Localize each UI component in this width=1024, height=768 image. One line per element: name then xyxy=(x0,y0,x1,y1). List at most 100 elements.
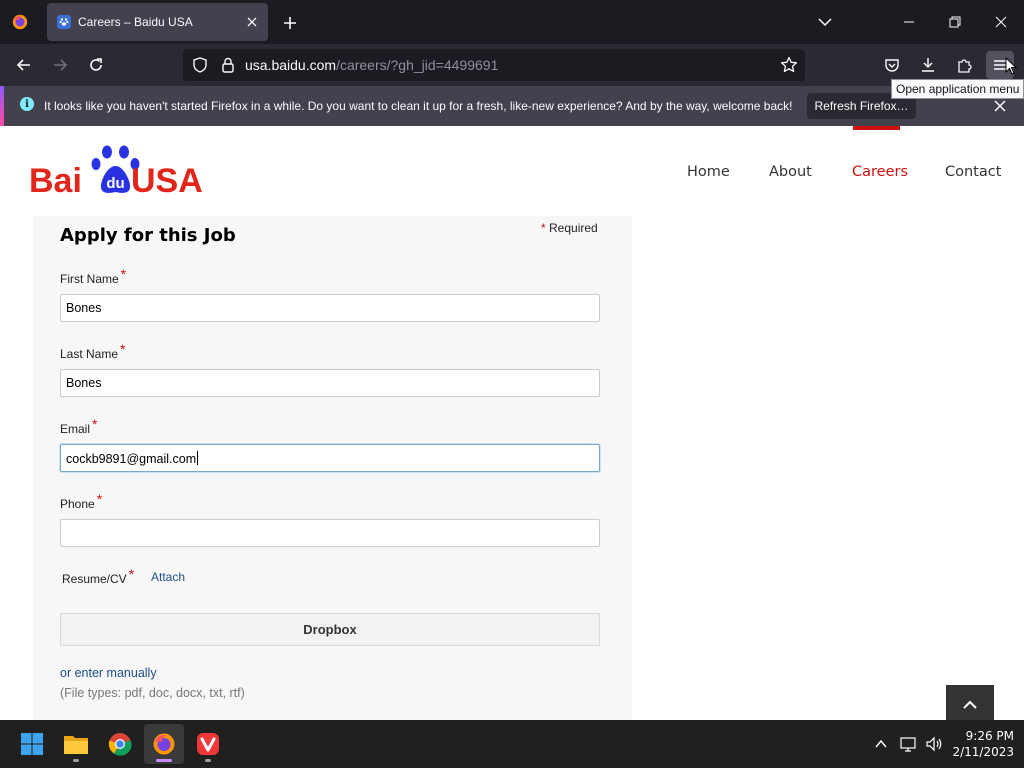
email-field[interactable]: cockb9891@gmail.com xyxy=(60,444,600,472)
page-content: Bai du USA Home About Careers Contact Ap… xyxy=(0,126,1024,720)
running-indicator xyxy=(73,759,79,762)
tracking-protection-shield-icon[interactable] xyxy=(191,56,209,74)
application-form: Apply for this Job * Required First Name… xyxy=(33,216,632,720)
reload-icon xyxy=(90,58,102,71)
downloads-button[interactable] xyxy=(914,51,942,79)
notification-message: It looks like you haven't started Firefo… xyxy=(44,99,793,113)
attach-resume-link[interactable]: Attach xyxy=(151,570,185,584)
running-indicator xyxy=(156,759,172,762)
chevron-up-icon xyxy=(963,700,977,709)
chrome-icon xyxy=(108,733,132,756)
nav-link-about[interactable]: About xyxy=(769,164,812,180)
dropbox-button[interactable]: Dropbox xyxy=(60,613,600,646)
logo-text-du: du xyxy=(106,175,124,192)
email-label: Email * xyxy=(60,416,97,436)
close-window-button[interactable] xyxy=(978,0,1024,44)
close-icon xyxy=(994,100,1006,112)
firefox-notification-bar: i It looks like you haven't started Fire… xyxy=(0,86,1024,126)
url-bar[interactable]: usa.baidu.com/careers/?gh_jid=4499691 xyxy=(183,49,805,81)
firefox-view-button[interactable] xyxy=(8,10,32,34)
first-name-label: First Name * xyxy=(60,266,126,286)
scroll-to-top-button[interactable] xyxy=(946,685,994,720)
arrow-right-icon xyxy=(54,59,68,71)
last-name-label: Last Name * xyxy=(60,341,125,361)
logo-text-bai: Bai xyxy=(29,162,82,198)
minimize-button[interactable] xyxy=(886,0,932,44)
firefox-icon xyxy=(153,733,175,755)
network-icon[interactable] xyxy=(899,734,919,754)
required-star: * xyxy=(128,566,135,582)
download-icon xyxy=(922,58,934,72)
menu-tooltip: Open application menu xyxy=(891,79,1024,99)
extensions-button[interactable] xyxy=(950,51,978,79)
forward-button[interactable] xyxy=(46,51,74,79)
taskbar-chrome[interactable] xyxy=(100,724,140,764)
taskbar-vivaldi[interactable] xyxy=(188,724,228,764)
bookmark-star-icon[interactable] xyxy=(779,55,799,75)
email-label-text: Email xyxy=(60,422,91,436)
volume-icon[interactable] xyxy=(924,734,944,754)
close-icon xyxy=(995,16,1007,28)
notification-accent xyxy=(0,86,4,126)
vivaldi-icon xyxy=(197,733,219,755)
lock-icon[interactable] xyxy=(219,56,237,74)
resume-label-text: Resume/CV xyxy=(62,572,127,586)
logo-text-usa: USA xyxy=(131,162,203,198)
url-host: usa.baidu.com xyxy=(245,57,337,73)
clock-time: 9:26 PM xyxy=(965,729,1014,743)
form-title: Apply for this Job xyxy=(60,225,236,246)
clock-date: 2/11/2023 xyxy=(952,745,1014,759)
puzzle-icon xyxy=(958,59,972,73)
plus-icon xyxy=(284,17,296,29)
browser-tab-strip: Careers – Baidu USA xyxy=(0,0,1024,44)
chevron-down-icon xyxy=(818,18,832,27)
last-name-field[interactable]: Bones xyxy=(60,369,600,397)
file-types-note: (File types: pdf, doc, docx, txt, rtf) xyxy=(60,686,245,700)
required-note: * Required xyxy=(541,221,598,235)
phone-field[interactable] xyxy=(60,519,600,547)
taskbar-file-explorer[interactable] xyxy=(56,724,96,764)
required-star: * xyxy=(120,266,127,282)
restore-button[interactable] xyxy=(932,0,978,44)
close-notification-button[interactable] xyxy=(990,96,1010,116)
nav-link-home[interactable]: Home xyxy=(687,164,730,180)
first-name-field[interactable]: Bones xyxy=(60,294,600,322)
list-all-tabs-button[interactable] xyxy=(815,12,835,32)
arrow-left-icon xyxy=(16,59,30,71)
first-name-label-text: First Name xyxy=(60,272,119,286)
phone-label: Phone * xyxy=(60,491,102,511)
start-button[interactable] xyxy=(12,724,52,764)
new-tab-button[interactable] xyxy=(280,13,300,33)
nav-link-contact[interactable]: Contact xyxy=(945,164,1001,180)
navigation-toolbar: usa.baidu.com/careers/?gh_jid=4499691 xyxy=(0,44,1024,86)
required-star: * xyxy=(96,491,103,507)
reload-button[interactable] xyxy=(82,51,110,79)
email-value: cockb9891@gmail.com xyxy=(66,452,197,466)
active-tab[interactable]: Careers – Baidu USA xyxy=(47,3,268,41)
enter-manually-link[interactable]: or enter manually xyxy=(60,666,157,680)
taskbar-firefox[interactable] xyxy=(144,724,184,764)
required-star: * xyxy=(92,416,98,432)
baidu-paw-icon xyxy=(57,15,71,29)
system-clock[interactable]: 9:26 PM 2/11/2023 xyxy=(950,728,1014,760)
screen: Careers – Baidu USA usa.baidu.com/career… xyxy=(0,0,1024,768)
url-path: /careers/?gh_jid=4499691 xyxy=(336,57,499,73)
show-hidden-icons-button[interactable] xyxy=(871,734,891,754)
close-tab-icon[interactable] xyxy=(244,14,260,30)
minimize-icon xyxy=(904,21,914,23)
tab-title: Careers – Baidu USA xyxy=(78,15,193,29)
baidu-usa-logo[interactable]: Bai du USA xyxy=(28,142,208,198)
info-icon: i xyxy=(20,97,34,111)
required-star: * xyxy=(120,341,126,357)
firefox-icon xyxy=(12,14,28,30)
resume-label: Resume/CV * xyxy=(62,566,134,586)
start-icon xyxy=(21,733,43,755)
chevron-up-icon xyxy=(875,739,887,748)
nav-link-careers[interactable]: Careers xyxy=(852,164,908,180)
pocket-button[interactable] xyxy=(878,51,906,79)
required-label: Required xyxy=(549,221,598,235)
url-text[interactable]: usa.baidu.com/careers/?gh_jid=4499691 xyxy=(245,57,498,73)
running-indicator xyxy=(205,759,211,762)
required-star: * xyxy=(541,221,546,235)
back-button[interactable] xyxy=(10,51,38,79)
